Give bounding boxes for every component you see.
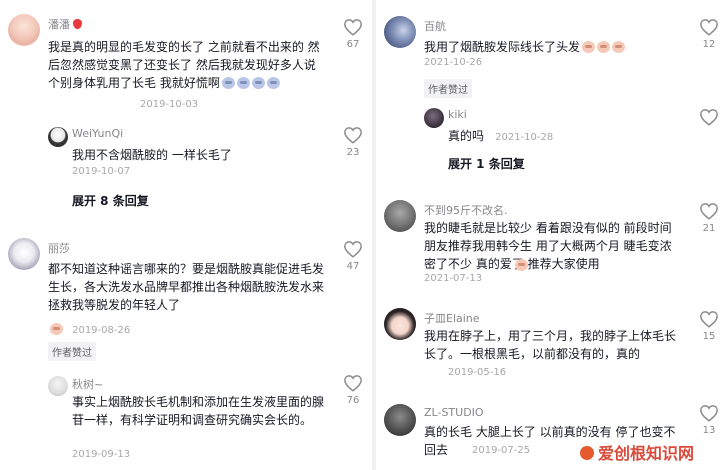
like-button[interactable]: 76 xyxy=(342,374,364,406)
reply-date: 2019-10-07 xyxy=(72,166,131,177)
heart-icon xyxy=(344,127,362,144)
grin-emoji-icon xyxy=(50,323,63,335)
heart-icon xyxy=(344,241,362,258)
avatar[interactable] xyxy=(48,376,68,396)
like-count: 12 xyxy=(702,39,716,50)
author-liked-badge: 作者赞过 xyxy=(424,79,472,98)
like-button[interactable] xyxy=(698,108,720,129)
heart-icon xyxy=(700,19,718,36)
author-liked-badge: 作者赞过 xyxy=(48,342,96,361)
expand-replies-button[interactable]: 展开 1 条回复 xyxy=(448,155,525,172)
like-count: 67 xyxy=(346,39,360,50)
avatar[interactable] xyxy=(384,308,416,340)
comment-text: 我用在脖子上，用了三个月，我的脖子上体毛长长了。一根根黑毛，以前都没有的，真的 xyxy=(424,329,677,361)
comment-text: 我的睫毛就是比较少 看着跟没有似的 前段时间朋友推荐我用韩今生 用了大概两个月 … xyxy=(424,221,672,271)
comment-date: 2019-10-03 xyxy=(140,99,199,110)
comment-date: 2019-07-25 xyxy=(472,445,531,456)
grin-emoji-icon xyxy=(515,259,528,271)
grin-emoji-icon xyxy=(597,41,611,53)
reply-line: 真的吗 2021-10-28 xyxy=(448,125,553,145)
comment-item: 丽莎 都不知道这种谣言哪来的？要是烟酰胺真能促进毛发生长，各大洗发水品牌早都推出… xyxy=(0,230,372,470)
heart-icon xyxy=(700,109,718,126)
avatar[interactable] xyxy=(8,238,40,270)
comment-text: 都不知道这种谣言哪来的？要是烟酰胺真能促进毛发生长，各大洗发水品牌早都推出各种烟… xyxy=(48,262,325,312)
comment-item: 潘潘 我是真的明显的毛发变的长了 之前就看不出来的 然后忽然感觉变黑了还变长了 … xyxy=(0,0,372,208)
comment-author[interactable]: 百航 xyxy=(424,18,446,34)
like-count: 13 xyxy=(702,425,716,436)
reply-text: 我用不含烟酰胺的 一样长毛了 xyxy=(72,148,232,162)
reply-date: 2019-09-13 xyxy=(72,449,131,460)
comment-date: 2021-07-13 xyxy=(424,273,483,284)
strawberry-emoji-icon xyxy=(73,19,82,29)
comment-text: 我是真的明显的毛发变的长了 之前就看不出来的 然后忽然感觉变黑了还变长了 然后我… xyxy=(48,40,320,90)
reply-date: 2021-10-28 xyxy=(495,132,554,143)
like-count: 15 xyxy=(702,331,716,342)
comment-item: 不到95斤不改名. 我的睫毛就是比较少 看着跟没有似的 前段时间朋友推荐我用韩今… xyxy=(376,192,722,292)
like-button[interactable]: 12 xyxy=(698,18,720,50)
heart-icon xyxy=(700,405,718,422)
like-count: 76 xyxy=(346,395,360,406)
avatar[interactable] xyxy=(384,16,416,48)
comment-item: 子皿Elaine 我用在脖子上，用了三个月，我的脖子上体毛长长了。一根根黑毛，以… xyxy=(376,302,722,392)
right-comment-column: 百航 我用了烟酰胺发际线长了头发 2021-10-26 12 作者赞过 kiki… xyxy=(376,0,722,470)
avatar[interactable] xyxy=(424,108,444,128)
reply-text: 真的吗 xyxy=(448,129,485,143)
comment-author[interactable]: 潘潘 xyxy=(48,16,82,32)
comment-date: 2019-05-16 xyxy=(448,367,507,378)
like-count: 21 xyxy=(702,223,716,234)
heart-icon xyxy=(700,311,718,328)
comment-meta: 2019-08-26 xyxy=(48,318,130,337)
heart-icon xyxy=(344,375,362,392)
like-button[interactable]: 21 xyxy=(698,202,720,234)
grin-emoji-icon xyxy=(612,41,626,53)
site-watermark: 爱创根知识网 xyxy=(579,440,694,464)
grin-emoji-icon xyxy=(582,41,596,53)
reply-author[interactable]: WeiYunQi xyxy=(72,127,123,140)
comment-text: 我用了烟酰胺发际线长了头发 xyxy=(424,38,682,56)
comment-author[interactable]: 不到95斤不改名. xyxy=(424,202,508,218)
comment-date: 2019-08-26 xyxy=(72,325,131,336)
comment-author[interactable]: 丽莎 xyxy=(48,240,70,256)
like-button[interactable]: 47 xyxy=(342,240,364,272)
comment-date: 2021-10-26 xyxy=(424,57,483,68)
like-count: 47 xyxy=(346,261,360,272)
left-comment-column: 潘潘 我是真的明显的毛发变的长了 之前就看不出来的 然后忽然感觉变黑了还变长了 … xyxy=(0,0,372,470)
like-button[interactable]: 67 xyxy=(342,18,364,50)
scream-emoji-icon xyxy=(236,77,250,89)
like-count: 23 xyxy=(346,147,360,158)
reply-author[interactable]: kiki xyxy=(448,108,467,121)
heart-icon xyxy=(344,19,362,36)
expand-replies-button[interactable]: 展开 8 条回复 xyxy=(72,192,149,209)
reply-text: 事实上烟酰胺长毛机制和添加在生发液里面的腺苷一样，有科学证明和调查研究确实会长的… xyxy=(72,395,325,427)
reply-author[interactable]: 秋树~ xyxy=(72,376,103,392)
like-button[interactable]: 13 xyxy=(698,404,720,436)
site-logo-icon xyxy=(579,446,594,460)
scream-emoji-icon xyxy=(266,77,280,89)
scream-emoji-icon xyxy=(251,77,265,89)
heart-icon xyxy=(700,203,718,220)
like-button[interactable]: 15 xyxy=(698,310,720,342)
scream-emoji-icon xyxy=(221,77,235,89)
comment-author[interactable]: ZL-STUDIO xyxy=(424,406,484,419)
comment-item: 百航 我用了烟酰胺发际线长了头发 2021-10-26 12 作者赞过 kiki… xyxy=(376,0,722,190)
comment-author[interactable]: 子皿Elaine xyxy=(424,310,480,326)
avatar[interactable] xyxy=(384,404,416,436)
avatar[interactable] xyxy=(384,200,416,232)
avatar[interactable] xyxy=(8,14,40,46)
like-button[interactable]: 23 xyxy=(342,126,364,158)
avatar[interactable] xyxy=(48,127,68,147)
